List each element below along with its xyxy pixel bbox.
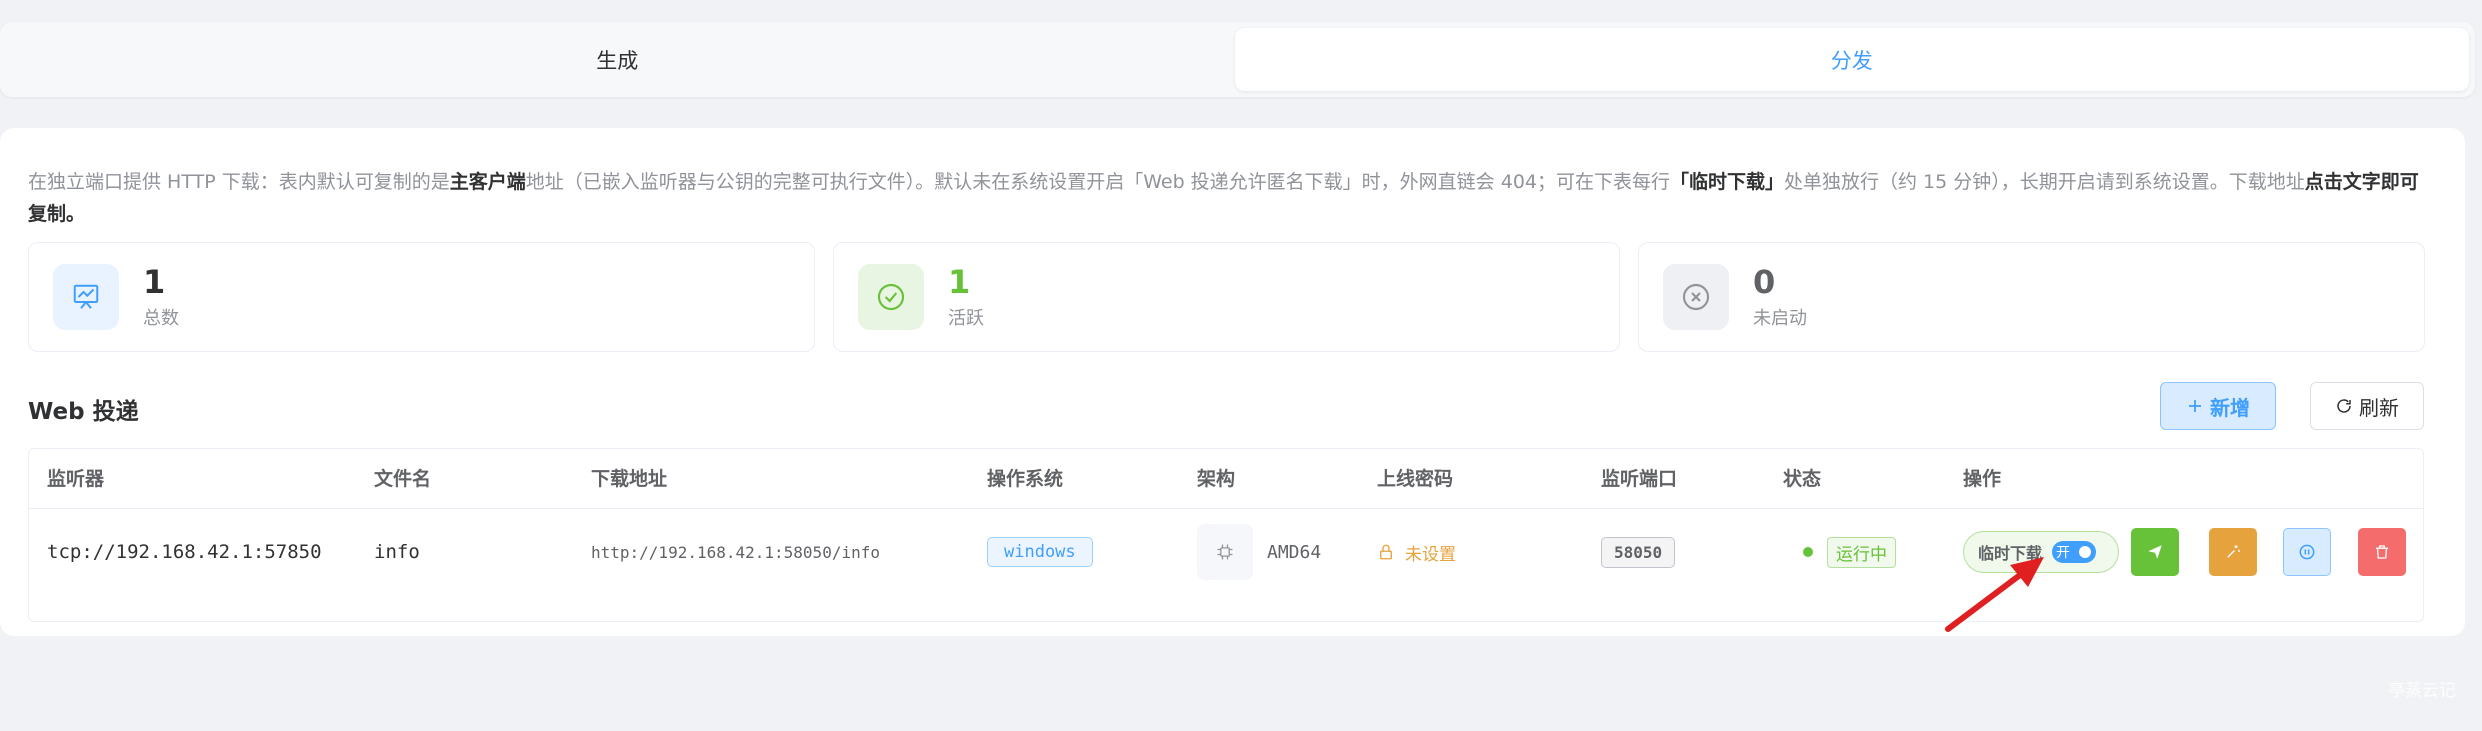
pause-button[interactable] [2283,528,2331,576]
send-icon [2148,545,2162,559]
table-row: tcp://192.168.42.1:57850 info http://192… [29,509,2423,595]
switch-label: 开 [2056,545,2071,561]
stat-inactive-label: 未启动 [1753,308,1807,329]
password-value: 未设置 [1405,544,1456,565]
stat-card-active: 1 活跃 [833,242,1620,352]
trash-icon [2376,545,2388,559]
stat-active-label: 活跃 [948,308,984,329]
port-cell: 58050 [1601,509,1676,595]
stat-active-value: 1 [948,263,971,301]
annotation-arrow-icon [1945,557,2044,632]
switch-knob [2076,543,2095,561]
stat-card-total: 1 总数 [28,242,815,352]
tab-bar: 生成 分发 [0,22,2475,97]
watermark: 亭蒸云记 [2388,681,2456,701]
status-cell: 运行中 [1803,509,1896,595]
sparkle-button[interactable] [2209,528,2257,576]
lock-icon [1380,544,1392,560]
os-tag: windows [987,537,1093,567]
header-os: 操作系统 [987,468,1064,490]
stat-card-inactive: 0 未启动 [1638,242,2425,352]
magic-wand-icon [2227,545,2240,558]
header-actions: 操作 [1963,468,2002,490]
status-badge: 运行中 [1827,536,1896,568]
send-button[interactable] [2131,528,2179,576]
delete-button[interactable] [2358,528,2406,576]
refresh-button-label: 刷新 [2359,395,2399,420]
section-title: Web 投递 [28,399,139,425]
header-port: 监听端口 [1601,468,1678,490]
arch-value: AMD64 [1267,541,1322,563]
port-tag: 58050 [1601,536,1676,568]
listener-cell: tcp://192.168.42.1:57850 [47,541,322,563]
tab-distribute[interactable]: 分发 [1234,28,2469,91]
filename-cell: info [374,541,420,563]
arch-cell: AMD64 [1197,509,1321,595]
password-cell: 未设置 [1377,509,1456,595]
x-circle-icon [1663,264,1729,330]
header-url: 下载地址 [591,468,668,490]
check-circle-icon [858,264,924,330]
table-header: 监听器 文件名 下载地址 操作系统 架构 上线密码 监听端口 状态 操作 [29,449,2423,509]
download-url-link[interactable]: http://192.168.42.1:58050/info [591,509,880,595]
header-arch: 架构 [1197,468,1236,490]
pause-circle-icon [2299,544,2315,560]
stat-total-label: 总数 [143,308,179,329]
tab-generate[interactable]: 生成 [0,22,1235,97]
cpu-chip-icon [1197,524,1253,580]
web-delivery-card: 在独立端口提供 HTTP 下载：表内默认可复制的是主客户端地址（已嵌入监听器与公… [0,128,2465,636]
status-dot [1803,547,1813,557]
stat-inactive-value: 0 [1753,263,1776,301]
stat-total-value: 1 [143,263,166,301]
header-listener: 监听器 [47,468,105,490]
header-password: 上线密码 [1377,468,1454,490]
plus-icon [2189,400,2201,412]
add-button[interactable]: 新增 [2160,382,2276,430]
stats-row: 1 总数 1 活跃 0 未启动 [28,242,2425,352]
header-status: 状态 [1783,468,1822,490]
description-text: 在独立端口提供 HTTP 下载：表内默认可复制的是主客户端地址（已嵌入监听器与公… [28,171,2419,225]
os-cell: windows [987,509,1093,595]
refresh-button[interactable]: 刷新 [2310,382,2424,430]
refresh-icon [2337,399,2351,413]
presentation-chart-icon [53,264,119,330]
delivery-table: 监听器 文件名 下载地址 操作系统 架构 上线密码 监听端口 状态 操作 tcp… [28,448,2424,622]
temp-download-switch[interactable]: 开 [2052,541,2097,563]
header-filename: 文件名 [374,468,432,490]
add-button-label: 新增 [2210,395,2250,420]
